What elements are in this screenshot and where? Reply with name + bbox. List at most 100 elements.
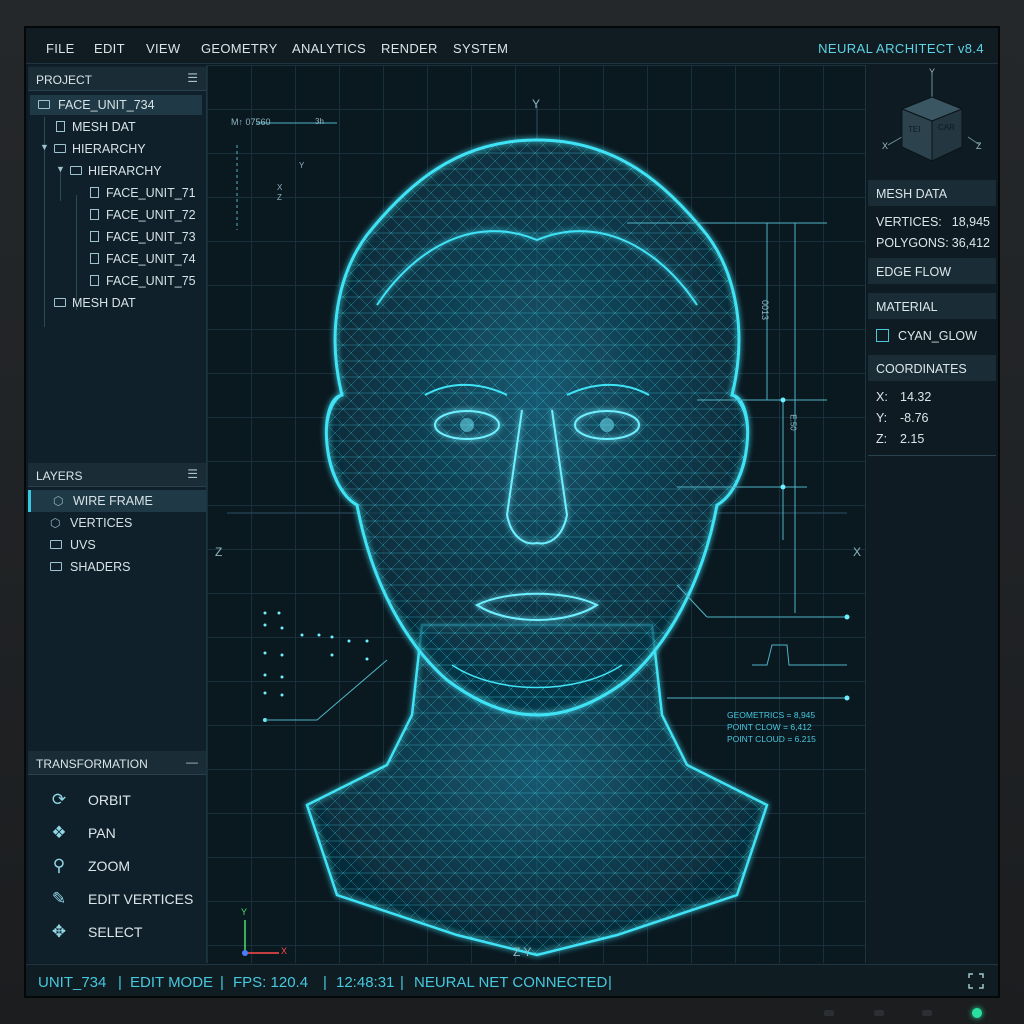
layer-label: UVS	[70, 538, 96, 552]
tool-label: EDIT VERTICES	[88, 891, 194, 907]
layer-wire-frame[interactable]: ⬡ WIRE FRAME	[28, 490, 206, 512]
gizmo-origin	[242, 950, 248, 956]
project-panel-header: PROJECT ☰	[28, 67, 206, 91]
coord-z-label: Z:	[876, 432, 888, 446]
edge-flow-header[interactable]: EDGE FLOW	[868, 258, 996, 284]
edge-flow-title: EDGE FLOW	[876, 265, 952, 279]
mini-axis-x: X	[277, 183, 283, 192]
layer-label: WIRE FRAME	[73, 494, 153, 508]
orbit-icon: ⟳	[51, 790, 67, 809]
tree-item-mesh-dat[interactable]: MESH DAT	[28, 117, 206, 137]
tree-item-label: FACE_UNIT_734	[58, 98, 155, 112]
tree-item-face-unit-75[interactable]: FACE_UNIT_75	[28, 271, 206, 291]
gizmo-x-label: X	[281, 946, 288, 956]
tree-item-face-unit-73[interactable]: FACE_UNIT_73	[28, 227, 206, 247]
corner-label: M↑ 07560	[231, 117, 271, 127]
mesh-data-header: MESH DATA	[868, 180, 996, 206]
tree-item-label: MESH DAT	[72, 296, 136, 310]
coordinates-header: COORDINATES	[868, 355, 996, 381]
tree-item-face-unit-734[interactable]: FACE_UNIT_734	[30, 95, 202, 115]
cube-face-label: CAR	[938, 123, 955, 132]
vertices-label: VERTICES:	[876, 215, 942, 229]
folder-icon	[54, 144, 66, 153]
collapse-icon[interactable]: —	[186, 755, 198, 769]
file-icon	[90, 253, 99, 264]
leader-line	[265, 659, 388, 721]
layer-vertices[interactable]: ⬡ VERTICES	[28, 512, 206, 534]
coord-y-value: -8.76	[900, 411, 929, 425]
axis-label-bottom: Z Y	[513, 945, 532, 959]
material-checkbox[interactable]	[876, 329, 889, 342]
menu-analytics[interactable]: ANALYTICS	[292, 41, 366, 56]
zoom-icon: ⚲	[52, 856, 66, 875]
tree-item-label: FACE_UNIT_75	[106, 274, 196, 288]
stats-readout: GEOMETRICS = 8,945 POINT CLOW = 6,412 PO…	[727, 709, 816, 745]
tree-item-label: FACE_UNIT_74	[106, 252, 196, 266]
axis-label-left: Z	[215, 545, 223, 559]
fullscreen-icon[interactable]	[968, 973, 984, 989]
chevron-down-icon[interactable]: ▼	[40, 142, 49, 152]
tree-item-face-unit-74[interactable]: FACE_UNIT_74	[28, 249, 206, 269]
menu-file[interactable]: FILE	[46, 41, 75, 56]
hamburger-icon[interactable]: ☰	[187, 467, 198, 481]
mini-axis-z: Z	[277, 193, 282, 202]
file-icon	[90, 187, 99, 198]
dimension-label: E.50	[788, 414, 798, 431]
pan-icon: ❖	[51, 823, 67, 842]
tool-label: ORBIT	[88, 792, 131, 808]
menu-view[interactable]: VIEW	[146, 41, 180, 56]
layers-panel-title: LAYERS	[36, 469, 83, 483]
status-time: 12:48:31	[336, 974, 395, 991]
menu-edit[interactable]: EDIT	[94, 41, 125, 56]
tree-item-hierarchy-sub[interactable]: ▼ HIERARCHY	[28, 161, 206, 181]
menu-render[interactable]: RENDER	[381, 41, 438, 56]
tree-item-hierarchy[interactable]: ▼ HIERARCHY	[28, 139, 206, 159]
move-arrows-icon: ✥	[51, 922, 67, 941]
tree-item-mesh-dat-2[interactable]: MESH DAT	[28, 293, 206, 313]
coord-x-value: 14.32	[900, 390, 932, 404]
hamburger-icon[interactable]: ☰	[187, 71, 198, 85]
folder-icon	[54, 298, 66, 307]
bezel-button	[824, 1010, 834, 1016]
mini-graph	[752, 644, 847, 666]
chevron-down-icon[interactable]: ▼	[56, 164, 65, 174]
status-unit: UNIT_734	[38, 974, 107, 991]
folder-icon	[50, 562, 62, 571]
vertices-value: 18,945	[951, 215, 990, 229]
anchor-point	[780, 397, 786, 403]
stat-row: GEOMETRICS = 8,945	[727, 710, 816, 720]
app-title: NEURAL ARCHITECT v8.4	[818, 41, 984, 56]
status-separator: |	[220, 974, 224, 991]
folder-icon	[50, 540, 62, 549]
menu-geometry[interactable]: GEOMETRY	[201, 41, 278, 56]
material-title: MATERIAL	[876, 300, 938, 314]
point-cloud	[263, 611, 369, 722]
tool-label: ZOOM	[88, 858, 130, 874]
vertices-icon: ⬡	[50, 516, 61, 530]
coord-y-label: Y:	[876, 411, 888, 425]
layer-shaders[interactable]: SHADERS	[28, 556, 206, 578]
tree-item-face-unit-72[interactable]: FACE_UNIT_72	[28, 205, 206, 225]
layer-label: VERTICES	[70, 516, 133, 530]
layer-uvs[interactable]: UVS	[28, 534, 206, 556]
tree-item-face-unit-71[interactable]: FACE_UNIT_71	[28, 183, 206, 203]
status-separator: |	[118, 974, 122, 991]
3d-viewport[interactable]: Y Z X Z Y M↑ 07560 3h Y X Z 0013 E.50 Y …	[206, 65, 866, 963]
status-separator: |	[400, 974, 404, 991]
menu-system[interactable]: SYSTEM	[453, 41, 508, 56]
material-name: CYAN_GLOW	[898, 329, 977, 343]
wireframe-head	[227, 105, 850, 957]
cube-face-label: TEI	[908, 125, 921, 134]
bezel-button	[874, 1010, 884, 1016]
coord-x-label: X:	[876, 390, 888, 404]
anchor-point	[844, 614, 850, 620]
tree-item-label: HIERARCHY	[88, 164, 162, 178]
tree-item-label: FACE_UNIT_71	[106, 186, 196, 200]
cube-icon: ⬡	[53, 494, 64, 508]
status-network: NEURAL NET CONNECTED	[414, 974, 608, 991]
pencil-icon: ✎	[51, 889, 67, 908]
gizmo-y-label: Y	[241, 907, 248, 917]
file-icon	[90, 209, 99, 220]
status-bar: UNIT_734 | EDIT MODE | FPS: 120.4 | 12:4…	[26, 964, 998, 996]
view-cube[interactable]	[868, 67, 996, 177]
